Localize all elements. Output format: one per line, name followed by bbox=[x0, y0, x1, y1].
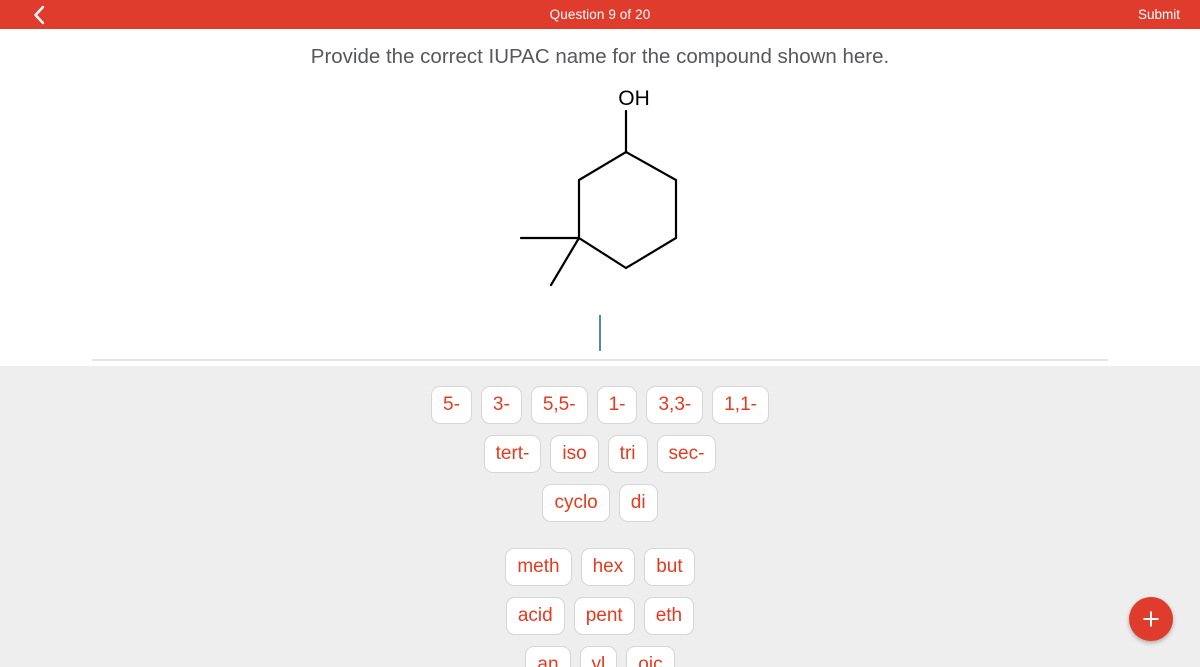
word-chip[interactable]: iso bbox=[550, 435, 599, 473]
word-bank-row: acid pent eth bbox=[0, 597, 1200, 635]
word-chip[interactable]: 1,1- bbox=[712, 386, 769, 424]
word-bank-row: meth hex but bbox=[0, 548, 1200, 586]
hydroxyl-label: OH bbox=[618, 87, 650, 110]
answer-input[interactable] bbox=[92, 315, 1108, 361]
word-chip[interactable]: tri bbox=[607, 435, 648, 473]
word-bank-row: an yl oic bbox=[0, 646, 1200, 667]
word-chip[interactable]: 1- bbox=[596, 386, 638, 424]
word-chip[interactable]: hex bbox=[580, 548, 636, 586]
question-area: Provide the correct IUPAC name for the c… bbox=[0, 29, 1200, 366]
word-chip[interactable]: an bbox=[525, 646, 571, 667]
text-caret bbox=[599, 315, 601, 351]
word-bank-row: 5- 3- 5,5- 1- 3,3- 1,1- bbox=[0, 386, 1200, 424]
word-chip[interactable]: sec- bbox=[656, 435, 717, 473]
word-chip[interactable]: oic bbox=[626, 646, 675, 667]
word-chip[interactable]: acid bbox=[505, 597, 565, 635]
answer-underline bbox=[92, 359, 1108, 361]
word-chip[interactable]: 5- bbox=[431, 386, 472, 424]
word-chip[interactable]: 3- bbox=[480, 386, 522, 424]
word-chip[interactable]: cyclo bbox=[542, 484, 610, 522]
question-counter: Question 9 of 20 bbox=[549, 7, 651, 22]
submit-button[interactable]: Submit bbox=[1138, 0, 1180, 29]
word-chip[interactable]: pent bbox=[573, 597, 635, 635]
word-chip[interactable]: di bbox=[618, 484, 658, 522]
word-chip[interactable]: but bbox=[644, 548, 695, 586]
quiz-screen: Question 9 of 20 Submit Provide the corr… bbox=[0, 0, 1200, 667]
word-bank: 5- 3- 5,5- 1- 3,3- 1,1- tert- iso tri se… bbox=[0, 366, 1200, 667]
word-chip[interactable]: 5,5- bbox=[530, 386, 588, 424]
word-chip[interactable]: yl bbox=[579, 646, 618, 667]
add-button[interactable] bbox=[1129, 597, 1173, 641]
word-chip[interactable]: tert- bbox=[483, 435, 542, 473]
word-chip[interactable]: eth bbox=[643, 597, 695, 635]
word-bank-row: tert- iso tri sec- bbox=[0, 435, 1200, 473]
word-bank-row: cyclo di bbox=[0, 484, 1200, 522]
word-chip[interactable]: 3,3- bbox=[646, 386, 704, 424]
app-header: Question 9 of 20 Submit bbox=[0, 0, 1200, 29]
question-prompt: Provide the correct IUPAC name for the c… bbox=[310, 45, 890, 68]
word-chip[interactable]: meth bbox=[505, 548, 572, 586]
